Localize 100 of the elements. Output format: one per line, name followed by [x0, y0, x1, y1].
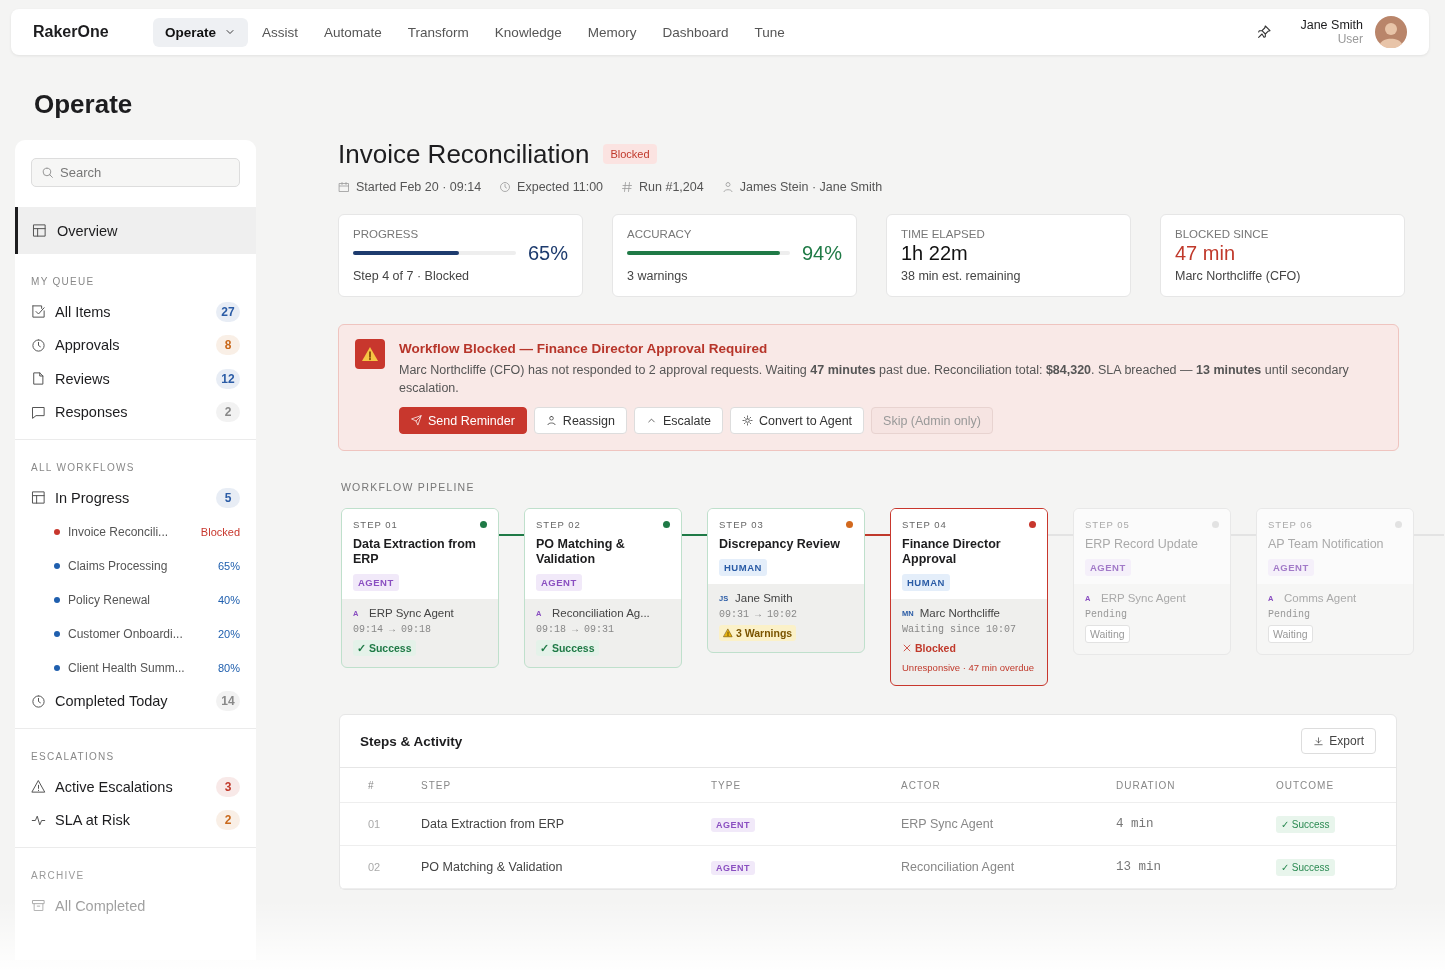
stat-subtext: 3 warnings	[627, 269, 689, 283]
outcome-label: Blocked	[915, 642, 956, 654]
table-row[interactable]: 01 Data Extraction from ERP AGENT ERP Sync Agent 4 min ✓ Success	[340, 803, 1396, 846]
meta-text: James Stein · Jane Smith	[739, 180, 883, 194]
count-badge: 14	[216, 691, 240, 712]
outcome-chip: ✓ Success	[536, 640, 599, 656]
nav-tab[interactable]: Tune	[742, 17, 797, 47]
user-role: User	[1337, 32, 1363, 46]
workflow-item[interactable]: Invoice Reconcili... Blocked	[31, 514, 240, 549]
status-dot	[480, 521, 487, 528]
actor-name: Marc Northcliffe	[919, 607, 1000, 619]
nav-tab[interactable]: Assist	[250, 17, 311, 47]
meta-text: Run #1,204	[639, 180, 704, 194]
section-heading: WORKFLOW PIPELINE	[341, 481, 476, 493]
actor-name: Jane Smith	[735, 592, 793, 604]
clock-icon	[499, 181, 512, 193]
overview-item[interactable]: Overview	[15, 207, 256, 254]
column-header: #	[367, 779, 376, 791]
user-icon	[545, 415, 557, 426]
checkbox-icon	[31, 304, 46, 320]
step-number: STEP 06	[1268, 519, 1313, 530]
count-badge: 8	[216, 335, 240, 356]
download-icon	[1313, 735, 1325, 747]
clock-icon	[31, 337, 46, 353]
export-button[interactable]: Export	[1301, 728, 1376, 754]
outcome-chip: Waiting	[1085, 625, 1130, 643]
table-row[interactable]: 02 PO Matching & Validation AGENT Reconciliation Agent 13 min ✓ Success	[340, 846, 1396, 889]
step-number: STEP 01	[353, 519, 398, 530]
workflow-status: Blocked	[200, 525, 240, 538]
workflow-item[interactable]: Customer Onboardi... 20%	[31, 616, 240, 651]
nav-tab[interactable]: Automate	[312, 17, 394, 47]
stat-subtext: Marc Northcliffe (CFO)	[1175, 269, 1302, 283]
type-tag: AGENT	[353, 574, 399, 591]
sidebar-item[interactable]: Active Escalations 3	[31, 770, 240, 804]
table-cell-text: Data Extraction from ERP	[420, 817, 566, 831]
workflow-status: 40%	[217, 593, 240, 606]
user-icon	[721, 181, 734, 193]
status-dot	[1212, 521, 1219, 528]
sidebar-item[interactable]: All Items 27	[31, 295, 240, 329]
sidebar-item[interactable]: Reviews 12	[31, 362, 240, 396]
column-header: DURATION	[1116, 779, 1177, 791]
stat-label: ACCURACY	[627, 228, 693, 240]
brand-name[interactable]: RakerOne	[33, 23, 153, 41]
warning-icon	[355, 339, 385, 369]
step-time: Waiting since 10:07	[902, 624, 1017, 635]
meta-text: Expected 11:00	[517, 180, 604, 194]
avatar-icon[interactable]	[1375, 16, 1407, 48]
table-cell-text: 4 min	[1116, 817, 1155, 831]
count-badge: 2	[216, 402, 240, 423]
step-number: STEP 04	[902, 519, 947, 530]
status-dot	[1029, 521, 1036, 528]
table-cell-text: ERP Sync Agent	[901, 817, 995, 831]
sidebar-item[interactable]: SLA at Risk 2	[31, 803, 240, 837]
table-cell-text: 13 min	[1116, 860, 1162, 874]
type-tag: AGENT	[711, 818, 755, 832]
status-dot	[1395, 521, 1402, 528]
workflow-item[interactable]: Policy Renewal 40%	[31, 582, 240, 617]
sidebar-item[interactable]: In Progress 5	[31, 481, 240, 515]
step-time: 09:18 → 09:31	[536, 624, 614, 635]
sidebar-item[interactable]: Approvals 8	[31, 328, 240, 362]
table-cell-text: 02	[367, 861, 382, 873]
pin-icon[interactable]	[1256, 24, 1273, 40]
outcome-chip: ✓ Success	[1276, 859, 1335, 876]
sidebar-item[interactable]: Responses 2	[31, 395, 240, 429]
send-icon	[411, 415, 422, 426]
actor-name: ERP Sync Agent	[1101, 592, 1186, 604]
stat-value: 94%	[801, 241, 842, 265]
outcome-chip: ✓ Success	[1276, 816, 1335, 833]
nav-tab[interactable]: Knowledge	[482, 17, 574, 47]
stat-subtext: 38 min est. remaining	[901, 269, 1022, 283]
nav-tab[interactable]: Memory	[575, 17, 649, 47]
actor-name: Reconciliation Ag...	[552, 607, 650, 619]
section-heading: ESCALATIONS	[31, 751, 116, 762]
nav-tab[interactable]: Dashboard	[650, 17, 741, 47]
stat-subtext: Step 4 of 7 · Blocked	[353, 269, 471, 283]
outcome-chip: ✓ Success	[353, 640, 416, 656]
workflow-item[interactable]: Client Health Summ... 80%	[31, 650, 240, 685]
stat-value: 47 min	[1175, 241, 1237, 266]
layout-icon	[32, 223, 47, 238]
nav-tab[interactable]: Transform	[395, 17, 481, 47]
nav-tab[interactable]: Operate	[153, 17, 249, 47]
type-tag: HUMAN	[719, 559, 767, 576]
table-cell-text: Reconciliation Agent	[901, 860, 1016, 874]
hash-icon	[621, 181, 634, 193]
action-button[interactable]: Convert to Agent	[729, 407, 865, 434]
stat-label: BLOCKED SINCE	[1175, 228, 1270, 240]
action-button[interactable]: Reassign	[533, 407, 627, 434]
action-button[interactable]: Escalate	[634, 407, 723, 434]
step-title: Discrepancy Review	[719, 537, 840, 552]
count-badge: 2	[216, 810, 240, 831]
alert-title: Workflow Blocked — Finance Director Approval Required	[399, 341, 769, 356]
step-title: PO Matching & Validation	[536, 537, 626, 567]
workflow-item[interactable]: Claims Processing 65%	[31, 548, 240, 583]
alert-message: Marc Northcliffe (CFO) has not responded to 2 approval requests. Waiting 47 minutes past due. Reconciliation total: $84,320. SLA breached — 13 minutes until secondary escalation.	[399, 362, 1350, 397]
meta-text: Started Feb 20 · 09:14	[356, 180, 482, 194]
sun-icon	[741, 415, 753, 426]
sidebar-item[interactable]: Completed Today 14	[31, 684, 240, 718]
chat-icon	[31, 404, 46, 420]
search-field[interactable]: Search	[31, 158, 240, 187]
action-button[interactable]: Send Reminder	[399, 407, 527, 434]
